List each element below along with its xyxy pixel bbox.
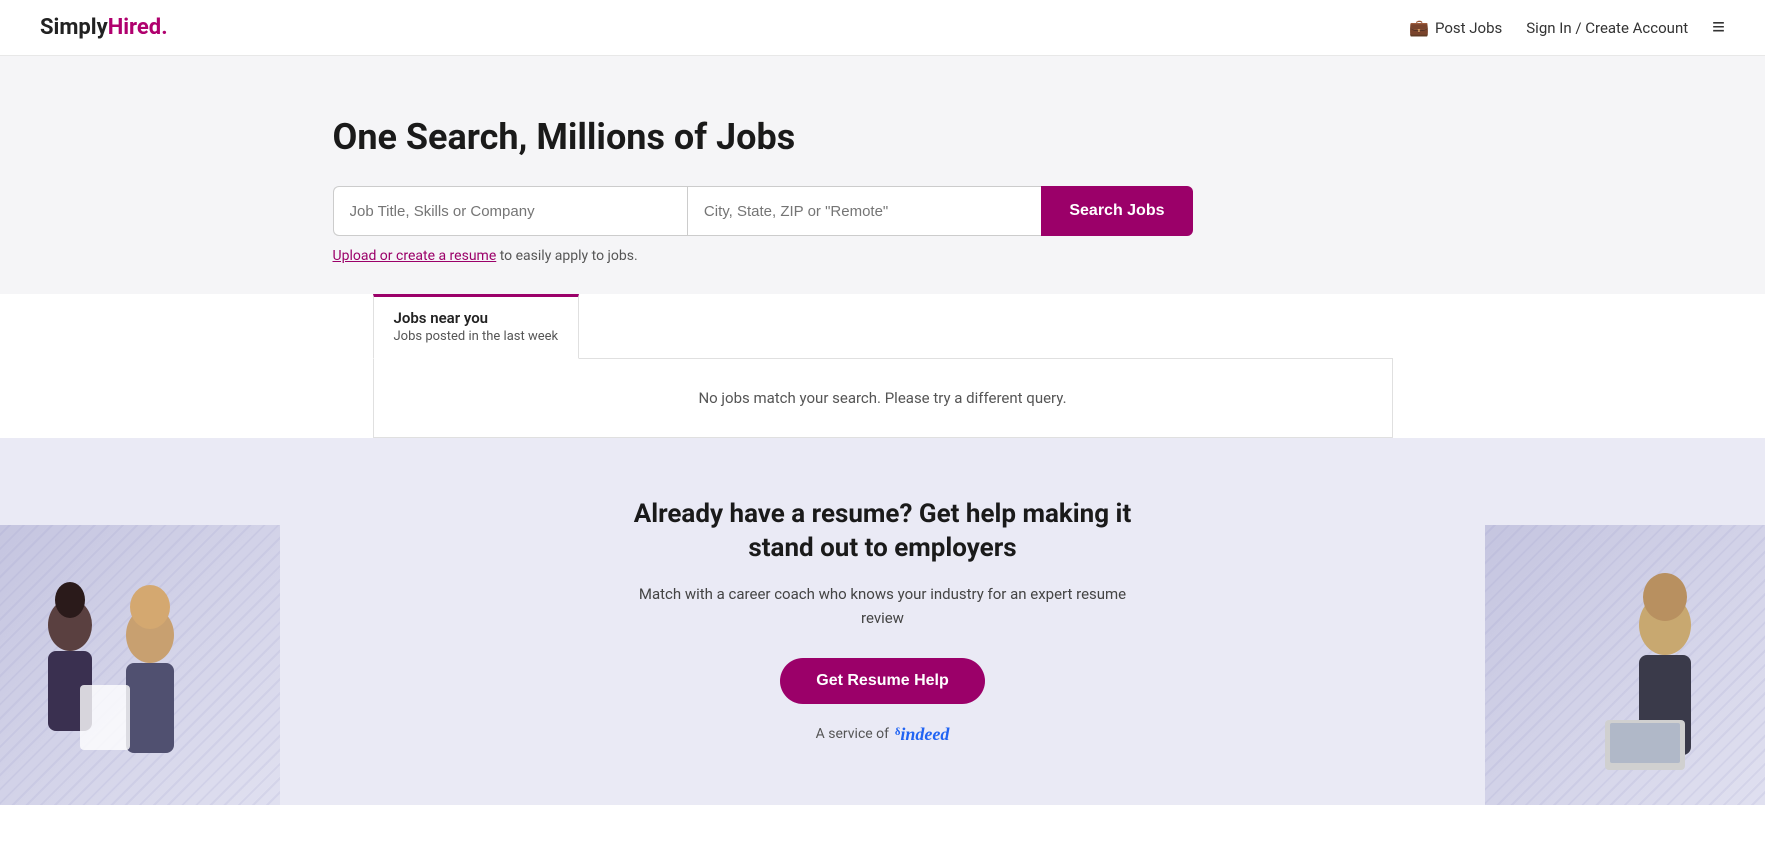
briefcase-icon: 💼 (1409, 18, 1429, 37)
no-results-box: No jobs match your search. Please try a … (373, 359, 1393, 438)
search-jobs-button[interactable]: Search Jobs (1041, 186, 1192, 236)
menu-icon[interactable]: ≡ (1712, 17, 1725, 39)
post-jobs-link[interactable]: 💼 Post Jobs (1409, 18, 1502, 37)
search-bar: Search Jobs (333, 186, 1193, 236)
hero-section: One Search, Millions of Jobs Search Jobs… (0, 56, 1765, 264)
hero-title: One Search, Millions of Jobs (333, 116, 1433, 158)
post-jobs-label: Post Jobs (1435, 19, 1502, 37)
header: SimplyHired. 💼 Post Jobs Sign In / Creat… (0, 0, 1765, 56)
tab-jobs-near-you[interactable]: Jobs near you Jobs posted in the last we… (373, 294, 580, 359)
people-left-svg (0, 525, 280, 805)
sign-in-link[interactable]: Sign In / Create Account (1526, 19, 1688, 37)
tab-subtitle: Jobs posted in the last week (394, 329, 559, 344)
logo-hired: Hired (108, 15, 161, 40)
logo-dot: . (161, 15, 167, 40)
people-left-decoration (0, 525, 280, 805)
upload-text-suffix: to easily apply to jobs. (500, 248, 638, 264)
resume-section: Already have a resume? Get help making i… (0, 438, 1765, 805)
job-search-input[interactable] (333, 186, 687, 236)
content-area: Jobs near you Jobs posted in the last we… (0, 294, 1765, 438)
people-right-svg (1485, 525, 1765, 805)
resume-description: Match with a career coach who knows your… (633, 582, 1133, 630)
resume-title: Already have a resume? Get help making i… (633, 498, 1133, 566)
resume-content: Already have a resume? Get help making i… (633, 498, 1133, 745)
people-right-decoration (1485, 525, 1765, 805)
main-wrapper: One Search, Millions of Jobs Search Jobs… (0, 56, 1765, 438)
indeed-logo: ᵟindeed (895, 724, 949, 745)
location-search-input[interactable] (687, 186, 1041, 236)
indeed-service: A service of ᵟindeed (633, 724, 1133, 745)
service-prefix: A service of (816, 726, 889, 742)
no-results-message: No jobs match your search. Please try a … (698, 389, 1066, 407)
tabs: Jobs near you Jobs posted in the last we… (373, 294, 1393, 359)
upload-resume-text: Upload or create a resume to easily appl… (333, 248, 1433, 264)
upload-resume-link[interactable]: Upload or create a resume (333, 248, 497, 264)
logo[interactable]: SimplyHired. (40, 15, 168, 40)
get-resume-help-button[interactable]: Get Resume Help (780, 658, 984, 704)
tab-title: Jobs near you (394, 309, 559, 327)
header-nav: 💼 Post Jobs Sign In / Create Account ≡ (1409, 17, 1725, 39)
logo-simply: Simply (40, 15, 108, 40)
